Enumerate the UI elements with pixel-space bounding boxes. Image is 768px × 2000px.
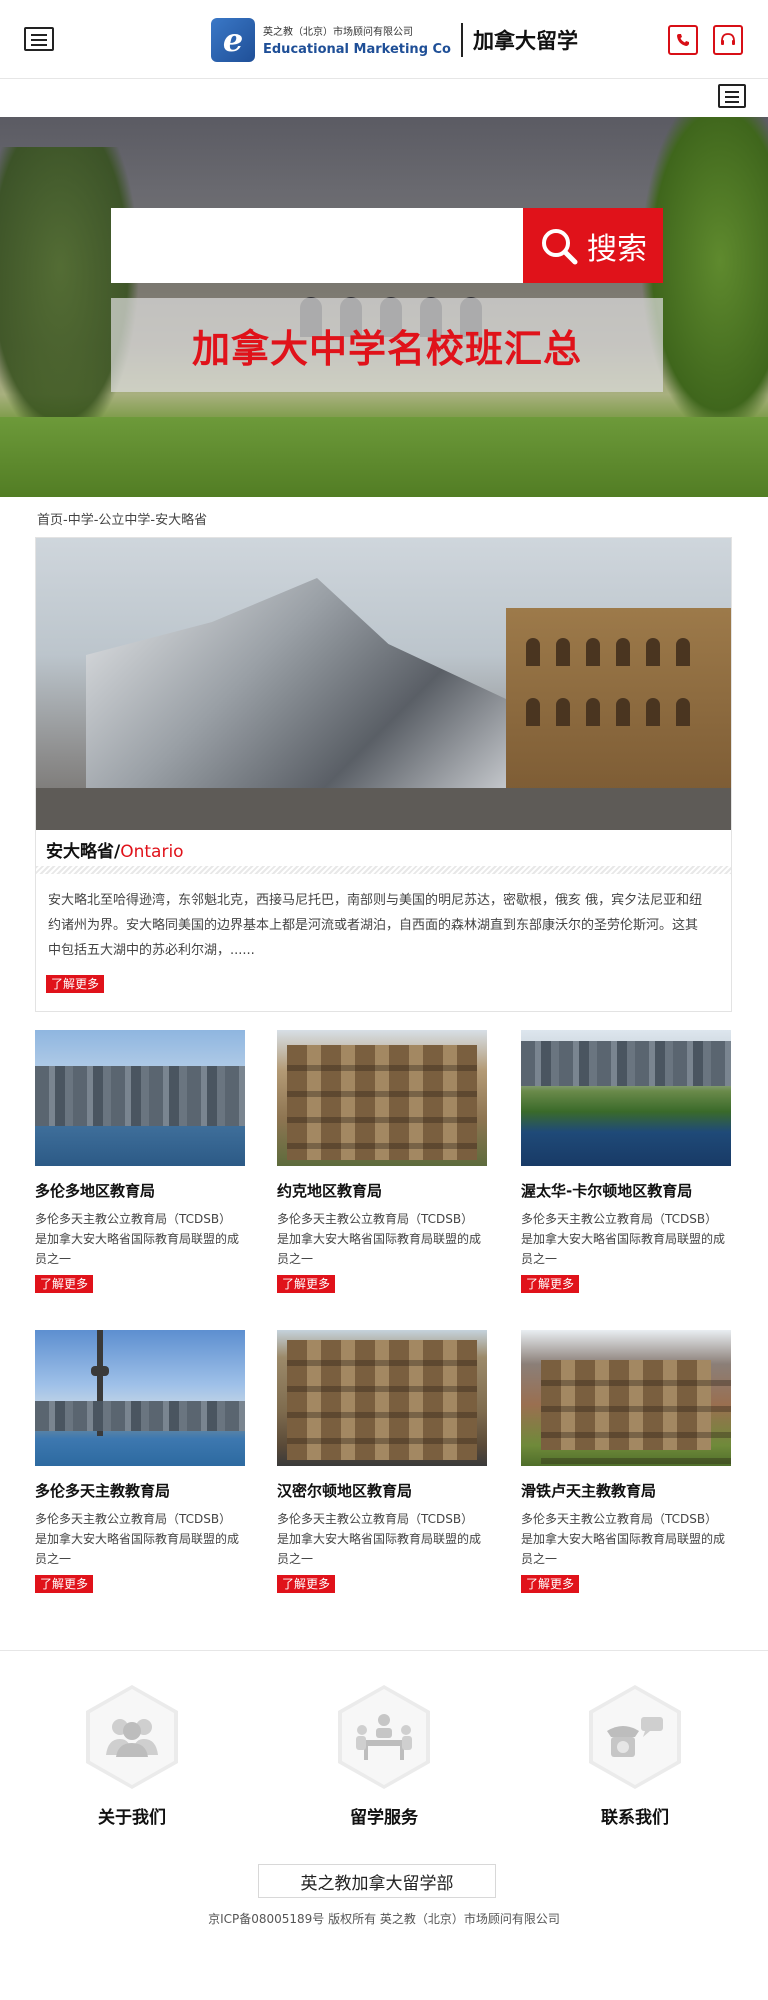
headset-icon[interactable]	[713, 25, 743, 55]
board-desc: 多伦多天主教公立教育局（TCDSB）是加拿大安大略省国际教育局联盟的成员之一	[521, 1512, 726, 1566]
copyright-text: 京ICP备08005189号 版权所有 英之教（北京）市场顾问有限公司	[208, 1912, 560, 1926]
province-title-en: Ontario	[120, 842, 184, 862]
divider	[0, 1650, 768, 1651]
department-button[interactable]: 英之教加拿大留学部	[258, 1864, 496, 1898]
board-more-button[interactable]: 了解更多	[521, 1275, 580, 1293]
breadcrumb[interactable]: 首页-中学-公立中学-安大略省	[37, 509, 207, 528]
board-desc: 多伦多天主教公立教育局（TCDSB）是加拿大安大略省国际教育局联盟的成员之一	[35, 1512, 240, 1566]
banner-title: 加拿大中学名校班汇总	[191, 326, 582, 371]
board-desc: 多伦多天主教公立教育局（TCDSB）是加拿大安大略省国际教育局联盟的成员之一	[521, 1212, 726, 1266]
province-description: 安大略北至哈得逊湾，东邻魁北克，西接马尼托巴，南部则与美国的明尼苏达，密歇根，俄…	[48, 893, 703, 958]
search-input[interactable]	[111, 208, 523, 283]
province-photo	[36, 538, 731, 830]
board-name[interactable]: 滑铁卢天主教教育局	[521, 1480, 731, 1501]
hero-photo-lawn	[0, 417, 768, 497]
breadcrumb-text[interactable]: 首页-中学-公立中学-安大略省	[37, 513, 207, 528]
people-icon	[106, 1719, 158, 1757]
footer-nav-about[interactable]: 关于我们	[57, 1685, 207, 1828]
footer-nav-services[interactable]: 留学服务	[309, 1685, 459, 1828]
footer-nav-label[interactable]: 留学服务	[309, 1803, 459, 1828]
board-photo[interactable]	[521, 1330, 731, 1466]
footer-nav-label[interactable]: 关于我们	[57, 1803, 207, 1828]
board-photo[interactable]	[277, 1330, 487, 1466]
province-card: 安大略省/Ontario 安大略北至哈得逊湾，东邻魁北克，西接马尼托巴，南部则与…	[35, 537, 732, 1012]
board-card[interactable]: 渥太华-卡尔顿地区教育局 多伦多天主教公立教育局（TCDSB）是加拿大安大略省国…	[521, 1030, 731, 1293]
search-icon	[542, 228, 578, 264]
board-card[interactable]: 多伦多地区教育局 多伦多天主教公立教育局（TCDSB）是加拿大安大略省国际教育局…	[35, 1030, 245, 1293]
search-button-label: 搜索	[587, 231, 647, 267]
site-logo[interactable]: e 英之教（北京）市场顾问有限公司 Educational Marketing …	[211, 18, 578, 62]
menu-icon[interactable]	[24, 27, 54, 51]
board-name[interactable]: 汉密尔顿地区教育局	[277, 1480, 487, 1501]
board-more-button[interactable]: 了解更多	[35, 1275, 94, 1293]
footer-nav-label[interactable]: 联系我们	[560, 1803, 710, 1828]
menu-icon[interactable]	[718, 84, 746, 108]
footer-nav-contact[interactable]: 联系我们	[560, 1685, 710, 1828]
board-more-button[interactable]: 了解更多	[277, 1575, 336, 1593]
board-card[interactable]: 约克地区教育局 多伦多天主教公立教育局（TCDSB）是加拿大安大略省国际教育局联…	[277, 1030, 487, 1293]
board-name[interactable]: 多伦多地区教育局	[35, 1180, 245, 1201]
divider	[36, 866, 731, 874]
hero-photo-tree	[0, 147, 140, 447]
logo-company-en: Educational Marketing Co	[263, 42, 451, 57]
province-more-button[interactable]: 了解更多	[46, 975, 105, 993]
board-card[interactable]: 汉密尔顿地区教育局 多伦多天主教公立教育局（TCDSB）是加拿大安大略省国际教育…	[277, 1330, 487, 1593]
logo-mark: e	[211, 18, 255, 62]
board-desc: 多伦多天主教公立教育局（TCDSB）是加拿大安大略省国际教育局联盟的成员之一	[277, 1212, 482, 1266]
board-photo[interactable]	[521, 1030, 731, 1166]
board-photo[interactable]	[35, 1330, 245, 1466]
board-more-button[interactable]: 了解更多	[521, 1575, 580, 1593]
board-card[interactable]: 滑铁卢天主教教育局 多伦多天主教公立教育局（TCDSB）是加拿大安大略省国际教育…	[521, 1330, 731, 1593]
logo-company-cn: 英之教（北京）市场顾问有限公司	[263, 27, 413, 38]
board-name[interactable]: 多伦多天主教教育局	[35, 1480, 245, 1501]
logo-divider	[461, 23, 463, 57]
sub-nav-bar	[0, 79, 768, 117]
site-header: e 英之教（北京）市场顾问有限公司 Educational Marketing …	[0, 0, 768, 79]
board-desc: 多伦多天主教公立教育局（TCDSB）是加拿大安大略省国际教育局联盟的成员之一	[35, 1212, 240, 1266]
province-title: 安大略省/Ontario	[46, 837, 184, 862]
banner-title-box: 加拿大中学名校班汇总	[111, 298, 663, 392]
meeting-icon	[356, 1714, 412, 1760]
board-more-button[interactable]: 了解更多	[277, 1275, 336, 1293]
board-more-button[interactable]: 了解更多	[35, 1575, 94, 1593]
phone-icon[interactable]	[668, 25, 698, 55]
board-photo[interactable]	[277, 1030, 487, 1166]
board-desc: 多伦多天主教公立教育局（TCDSB）是加拿大安大略省国际教育局联盟的成员之一	[277, 1512, 482, 1566]
board-name[interactable]: 约克地区教育局	[277, 1180, 487, 1201]
department-label[interactable]: 英之教加拿大留学部	[301, 1869, 454, 1894]
board-photo[interactable]	[35, 1030, 245, 1166]
board-name[interactable]: 渥太华-卡尔顿地区教育局	[521, 1180, 731, 1201]
site-title: 加拿大留学	[473, 29, 578, 53]
province-title-cn: 安大略省/	[46, 842, 121, 862]
board-card[interactable]: 多伦多天主教教育局 多伦多天主教公立教育局（TCDSB）是加拿大安大略省国际教育…	[35, 1330, 245, 1593]
telephone-icon	[607, 1717, 663, 1757]
search-button[interactable]: 搜索	[523, 208, 663, 283]
